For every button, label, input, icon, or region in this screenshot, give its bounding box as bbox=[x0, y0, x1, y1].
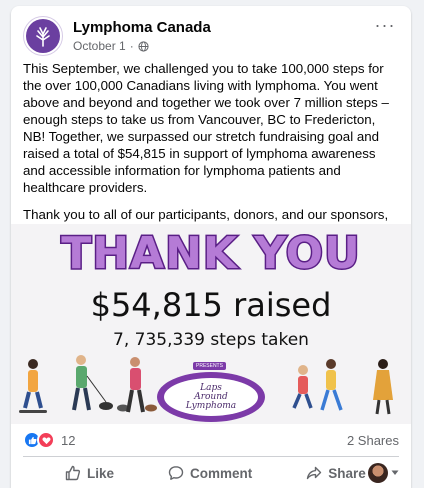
like-label: Like bbox=[87, 465, 115, 481]
viewer-selector[interactable] bbox=[368, 463, 399, 483]
chevron-down-icon bbox=[391, 470, 399, 475]
like-icon bbox=[65, 465, 81, 481]
more-icon[interactable]: ··· bbox=[371, 16, 399, 38]
share-icon bbox=[307, 466, 322, 480]
love-reaction-icon bbox=[37, 431, 55, 449]
comment-label: Comment bbox=[190, 465, 253, 481]
dog-walker-figure bbox=[72, 355, 129, 412]
event-logo-text: Laps Around Lymphoma bbox=[164, 378, 258, 416]
runner-figure bbox=[320, 359, 343, 411]
like-button[interactable]: Like bbox=[65, 465, 114, 481]
comment-icon bbox=[168, 466, 184, 480]
logo-line: Lymphoma bbox=[185, 400, 237, 411]
post-image[interactable]: THANK YOU $54,815 raised 7, 735,339 step… bbox=[11, 224, 411, 424]
walker-figure bbox=[126, 357, 157, 413]
walker-figure bbox=[373, 359, 393, 415]
skater-figure bbox=[19, 359, 47, 413]
page-logo bbox=[26, 19, 60, 53]
action-bar: Like Comment Share bbox=[23, 458, 399, 488]
page-name[interactable]: Lymphoma Canada bbox=[73, 19, 211, 36]
share-button[interactable]: Share bbox=[306, 465, 366, 481]
reaction-icons[interactable] bbox=[23, 431, 55, 449]
share-count[interactable]: 2 Shares bbox=[347, 433, 399, 448]
reactions-bar: 12 2 Shares bbox=[23, 430, 399, 450]
runner-figure bbox=[292, 365, 313, 409]
meta-separator: · bbox=[129, 39, 134, 53]
post-paragraph: This September, we challenged you to tak… bbox=[23, 61, 389, 195]
post-card: Lymphoma Canada October 1 · ··· This Sep… bbox=[11, 6, 411, 488]
page-avatar[interactable] bbox=[23, 16, 63, 56]
post-date[interactable]: October 1 bbox=[73, 39, 126, 53]
divider bbox=[23, 456, 399, 457]
post-header: Lymphoma Canada October 1 · ··· bbox=[23, 16, 399, 56]
event-logo: Laps Around Lymphoma bbox=[157, 372, 265, 422]
banner-presents: PRESENTS bbox=[193, 362, 226, 370]
comment-button[interactable]: Comment bbox=[168, 465, 252, 481]
tree-logo-icon bbox=[36, 27, 50, 47]
reaction-count[interactable]: 12 bbox=[61, 433, 75, 448]
globe-icon bbox=[138, 40, 149, 52]
viewer-avatar bbox=[368, 463, 388, 483]
share-label: Share bbox=[328, 465, 366, 481]
post-meta: October 1 · bbox=[73, 39, 149, 53]
